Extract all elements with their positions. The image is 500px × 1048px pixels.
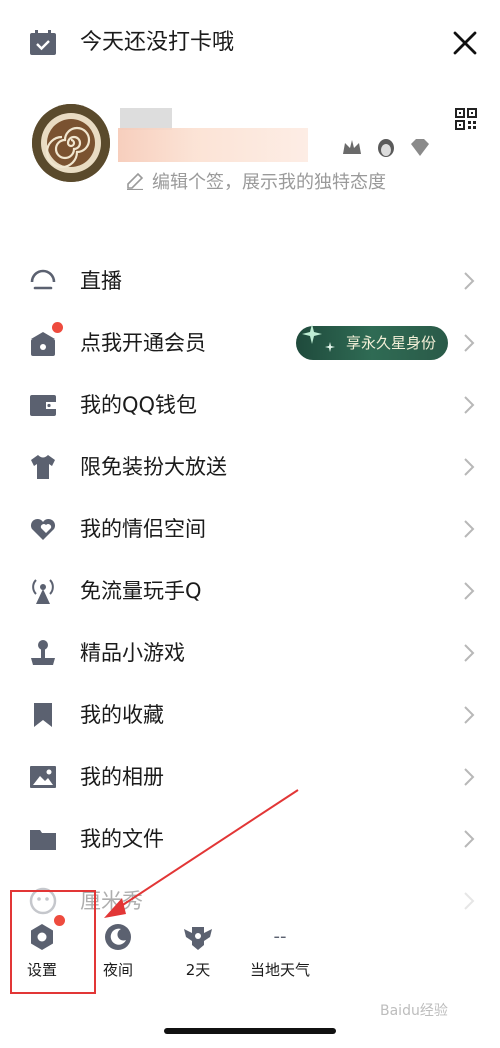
weather-label: 当地天气 (250, 961, 311, 979)
top-bar: 今天还没打卡哦 (0, 0, 500, 86)
signature-edit[interactable]: 编辑个签，展示我的独特态度 (126, 168, 386, 194)
menu-label: 直播 (80, 269, 122, 293)
menu-item-dressup[interactable]: 限免装扮大放送 (0, 436, 500, 498)
chevron-right-icon (464, 520, 475, 538)
tshirt-icon (31, 455, 55, 479)
chevron-right-icon (464, 830, 475, 848)
close-icon[interactable] (448, 26, 482, 60)
menu-item-live[interactable]: 直播 (0, 250, 500, 312)
streak-label: 2天 (185, 961, 211, 979)
chevron-right-icon (464, 458, 475, 476)
signal-tower-icon (32, 579, 54, 604)
streak-button[interactable]: 2天 (168, 915, 228, 995)
live-icon (30, 269, 56, 290)
joystick-icon (31, 640, 55, 665)
profile-section: 编辑个签，展示我的独特态度 (0, 90, 500, 210)
folder-icon (30, 830, 56, 850)
menu-item-files[interactable]: 我的文件 (0, 808, 500, 870)
checkin-prompt[interactable]: 今天还没打卡哦 (80, 28, 234, 58)
chevron-right-icon (464, 768, 475, 786)
vip-badge-text: 享永久星身份 (346, 334, 437, 352)
menu-label: 我的文件 (80, 827, 164, 851)
calendar-check-icon[interactable] (29, 30, 57, 56)
blurred-nickname (118, 108, 338, 162)
chevron-right-icon (464, 334, 475, 352)
sparkle-icon (302, 324, 335, 352)
menu-label: 我的情侣空间 (80, 517, 206, 541)
moon-icon (105, 924, 131, 950)
wallet-icon (30, 395, 56, 416)
menu-label: 我的相册 (80, 765, 164, 789)
home-indicator (164, 1028, 336, 1034)
level-badges[interactable] (340, 136, 440, 164)
notification-dot (52, 322, 63, 333)
menu-item-vip[interactable]: 点我开通会员 享永久星身份 (0, 312, 500, 374)
vip-promo-badge[interactable]: 享永久星身份 (296, 324, 448, 360)
chevron-right-icon (464, 706, 475, 724)
penguin-level-icon (378, 139, 394, 157)
menu-label: 精品小游戏 (80, 641, 185, 665)
menu-item-album[interactable]: 我的相册 (0, 746, 500, 808)
menu-label: 我的QQ钱包 (80, 393, 198, 417)
menu-item-free-data[interactable]: 免流量玩手Q (0, 560, 500, 622)
menu-label: 点我开通会员 (80, 331, 206, 355)
chevron-right-icon (464, 644, 475, 662)
chevron-right-icon (464, 396, 475, 414)
crown-level-icon (343, 140, 361, 154)
menu-item-mini-games[interactable]: 精品小游戏 (0, 622, 500, 684)
winged-badge-icon (184, 927, 212, 950)
chevron-right-icon (464, 582, 475, 600)
weather-button[interactable]: -- 当地天气 (250, 915, 310, 995)
diamond-level-icon (411, 139, 429, 156)
chevron-right-icon (464, 272, 475, 290)
avatar[interactable] (32, 104, 110, 182)
highlight-box (10, 890, 96, 994)
menu-item-couple-space[interactable]: 我的情侣空间 (0, 498, 500, 560)
gift-icon (31, 332, 55, 356)
signature-text: 编辑个签，展示我的独特态度 (152, 172, 386, 193)
night-mode-button[interactable]: 夜间 (88, 915, 148, 995)
image-icon (30, 766, 56, 788)
watermark: Baidu经验 (380, 1003, 448, 1019)
pen-icon (127, 172, 144, 190)
menu-label: 限免装扮大放送 (80, 455, 227, 479)
menu-label: 免流量玩手Q (80, 579, 202, 603)
night-label: 夜间 (102, 961, 133, 979)
bookmark-icon (34, 703, 52, 727)
menu-label: 我的收藏 (80, 703, 164, 727)
weather-temp: -- (273, 926, 287, 947)
menu-item-wallet[interactable]: 我的QQ钱包 (0, 374, 500, 436)
hearts-icon (30, 518, 56, 540)
menu-item-favorites[interactable]: 我的收藏 (0, 684, 500, 746)
qr-code-icon[interactable] (455, 108, 477, 130)
chevron-right-icon (464, 892, 475, 910)
